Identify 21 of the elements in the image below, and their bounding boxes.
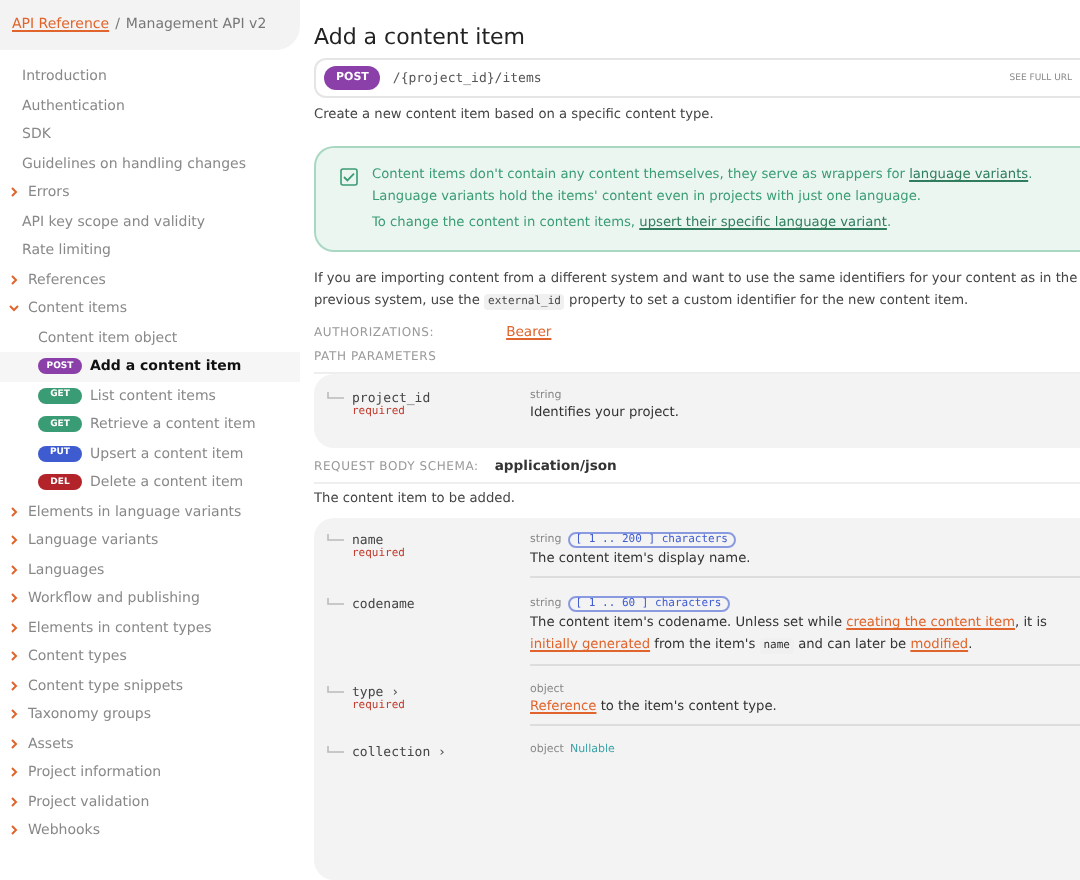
chevron-icon [8,592,20,605]
chevron-icon [8,302,20,315]
chevron-icon [8,534,20,547]
page-title: Add a content item [314,24,527,50]
chevron-icon [8,273,20,286]
tree-line-icon [326,392,346,404]
chevron-icon [8,650,20,663]
tree-line-icon [326,746,346,758]
chevron-icon [8,737,20,750]
tree-line-icon [326,598,346,610]
tree-line-icon [326,686,346,698]
tree-line-icon [326,534,346,546]
chevron-icon [8,824,20,837]
chevron-icon [8,621,20,634]
chevron-icon [8,795,20,808]
chevron-icon [8,708,20,721]
chevron-icon [8,505,20,518]
chevron-icon [8,186,20,199]
chevron-icon [8,679,20,692]
chevron-icon [8,563,20,576]
chevron-icon [8,766,20,779]
